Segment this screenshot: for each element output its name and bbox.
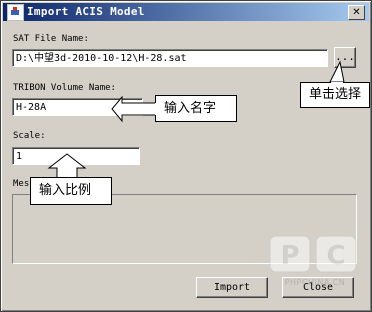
scale-callout-arrow [47,153,87,179]
volume-name-label: TRIBON Volume Name: [13,83,116,93]
scale-label: Scale: [13,131,46,141]
browse-callout-joint [331,82,343,84]
import-button[interactable]: Import [196,277,268,298]
close-window-button[interactable]: ✕ [348,5,365,20]
app-icon [7,4,24,21]
pc-watermark-logo: P C PHPCHINA.CN [268,232,362,292]
name-callout: 输入名字 [155,95,237,122]
scale-callout: 输入比例 [30,177,112,205]
messages-label: Mes [13,179,30,189]
sat-file-input[interactable]: D:\中望3d-2010-10-12\H-28.sat [12,49,328,67]
watermark-text: PHPCHINA.CN [284,278,346,287]
watermark-letter-c: C [326,241,345,271]
title-bar[interactable]: Import ACIS Model ✕ [3,3,369,21]
sat-file-label: SAT File Name: [13,34,89,44]
watermark-letter-p: P [280,241,299,271]
window-title: Import ACIS Model [27,5,145,18]
name-callout-arrow [111,95,157,123]
